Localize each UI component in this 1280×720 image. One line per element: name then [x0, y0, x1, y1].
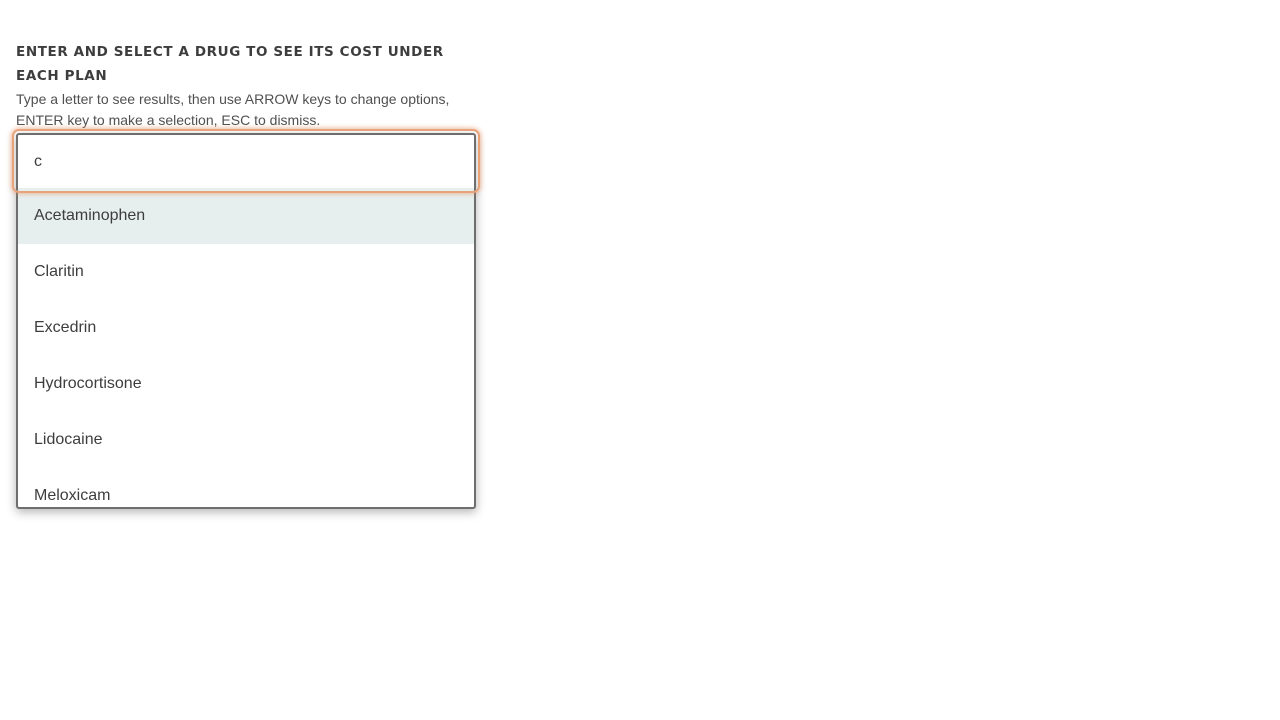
option-excedrin[interactable]: Excedrin — [18, 300, 474, 356]
search-instructions: Type a letter to see results, then use A… — [16, 91, 450, 128]
search-heading: ENTER AND SELECT A DRUG TO SEE ITS COST … — [16, 44, 444, 84]
option-meloxicam[interactable]: Meloxicam — [18, 468, 474, 507]
option-lidocaine[interactable]: Lidocaine — [18, 412, 474, 468]
option-acetaminophen[interactable]: Acetaminophen — [18, 188, 474, 244]
drug-options-listbox: Acetaminophen Claritin Excedrin Hydrocor… — [18, 188, 474, 507]
option-hydrocortisone[interactable]: Hydrocortisone — [18, 356, 474, 412]
drug-cost-search: ENTER AND SELECT A DRUG TO SEE ITS COST … — [12, 40, 480, 509]
drug-search-input[interactable] — [18, 135, 474, 188]
option-claritin[interactable]: Claritin — [18, 244, 474, 300]
drug-combobox: Acetaminophen Claritin Excedrin Hydrocor… — [16, 133, 476, 509]
